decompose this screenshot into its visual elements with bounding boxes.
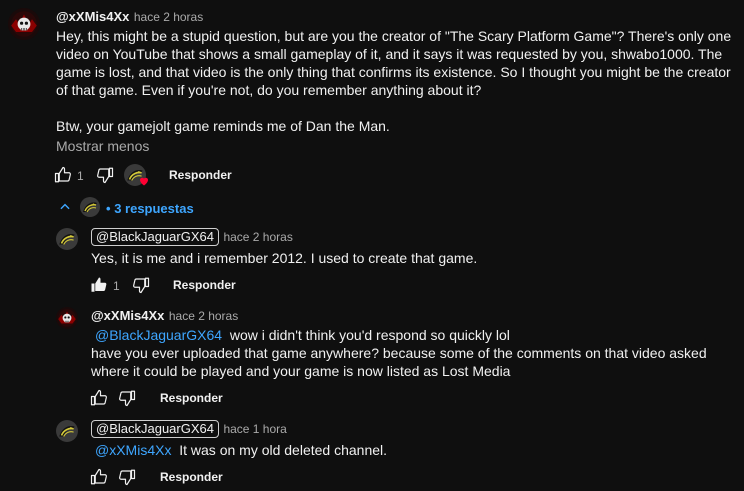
collapse-replies-button[interactable] — [58, 200, 72, 214]
dislike-button[interactable] — [96, 166, 114, 184]
thumb-up-filled-icon — [91, 277, 107, 292]
reply-2-dislike-button[interactable] — [118, 389, 136, 407]
reply-1-like-count: 1 — [113, 279, 120, 293]
reply-2-text-1: wow i didn't think you'd respond so quic… — [229, 327, 510, 343]
comment-time[interactable]: hace 2 horas — [134, 10, 203, 24]
reply-3-reply-button[interactable]: Responder — [160, 470, 223, 484]
thumb-down-icon — [119, 469, 136, 486]
avatar-blackjaguargx64[interactable] — [56, 228, 78, 250]
avatar-xxmis4xx-reply[interactable] — [56, 307, 78, 329]
reply-2-header: @xXMis4Xx hace 2 horas — [91, 307, 238, 325]
reply-1-time[interactable]: hace 2 horas — [223, 230, 292, 244]
comment-text-p2: Btw, your gamejolt game reminds me of Da… — [56, 118, 390, 134]
reply-1-author[interactable]: @BlackJaguarGX64 — [91, 228, 219, 246]
reply-1-reply-button[interactable]: Responder — [173, 278, 236, 292]
show-less-link[interactable]: Mostrar menos — [56, 138, 149, 154]
reply-1-dislike-button[interactable] — [132, 276, 150, 294]
avatar-blackjaguargx64-2[interactable] — [56, 420, 78, 442]
replier-avatar-small — [80, 197, 100, 217]
comment-text-p1: Hey, this might be a stupid question, bu… — [56, 28, 732, 98]
comment-author[interactable]: @xXMis4Xx — [56, 9, 129, 24]
reply-2-mention[interactable]: @BlackJaguarGX64 — [95, 327, 222, 343]
reply-2-like-button[interactable] — [90, 389, 108, 407]
thumb-up-icon — [90, 468, 107, 485]
reply-2-line-2: have you ever uploaded that game anywher… — [91, 345, 707, 379]
replies-bullet: • — [106, 201, 111, 216]
reply-1-text: Yes, it is me and i remember 2012. I use… — [91, 250, 478, 266]
reply-2-reply-button[interactable]: Responder — [160, 391, 223, 405]
thumb-down-icon — [97, 167, 114, 184]
reply-3-header: @BlackJaguarGX64 hace 1 hora — [91, 420, 287, 438]
comment-header: @xXMis4Xx hace 2 horas — [56, 8, 203, 26]
thumb-up-icon — [54, 166, 71, 183]
reply-3-line: @xXMis4Xx It was on my old deleted chann… — [95, 441, 387, 459]
replies-count[interactable]: 3 respuestas — [114, 201, 194, 216]
creator-heart — [124, 164, 152, 190]
replies-count-link[interactable]: • 3 respuestas — [106, 201, 194, 216]
reply-3-mention[interactable]: @xXMis4Xx — [95, 442, 171, 458]
heart-icon — [140, 177, 148, 186]
reply-2-author[interactable]: @xXMis4Xx — [91, 308, 164, 323]
reply-1-header: @BlackJaguarGX64 hace 2 horas — [91, 228, 293, 246]
reply-3-author[interactable]: @BlackJaguarGX64 — [91, 420, 219, 438]
thumb-down-icon — [119, 390, 136, 407]
reply-3-text: It was on my old deleted channel. — [179, 442, 388, 458]
avatar-xxmis4xx[interactable] — [8, 8, 40, 40]
like-count: 1 — [77, 169, 84, 183]
reply-3-time[interactable]: hace 1 hora — [223, 422, 286, 436]
reply-1-like-button[interactable] — [90, 276, 108, 294]
reply-3-like-button[interactable] — [90, 468, 108, 486]
thumb-up-icon — [90, 389, 107, 406]
reply-2-time[interactable]: hace 2 horas — [169, 309, 238, 323]
like-button[interactable] — [54, 166, 72, 184]
thumb-down-icon — [133, 277, 150, 294]
reply-3-dislike-button[interactable] — [118, 468, 136, 486]
reply-button[interactable]: Responder — [169, 168, 232, 182]
chevron-up-icon — [60, 203, 70, 210]
reply-2-line-1: @BlackJaguarGX64 wow i didn't think you'… — [95, 326, 740, 344]
